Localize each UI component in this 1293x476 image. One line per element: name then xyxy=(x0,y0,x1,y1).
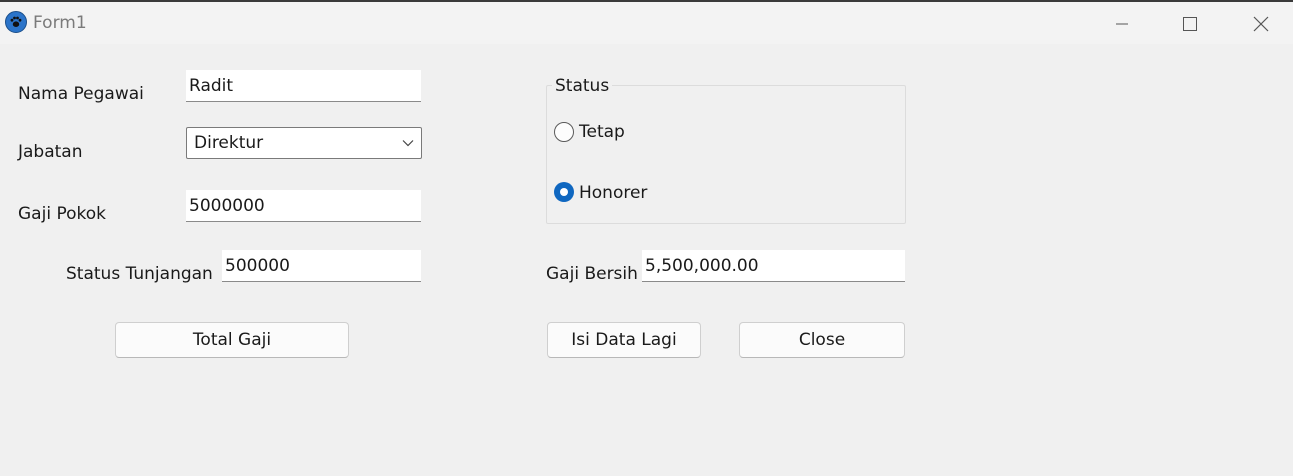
chevron-down-icon xyxy=(402,140,414,147)
form-window: Form1 Nama Pegawai Jabatan Direktur Gaji… xyxy=(0,0,1293,476)
total-gaji-button[interactable]: Total Gaji xyxy=(115,322,349,358)
status-tunjangan-input[interactable] xyxy=(222,250,421,282)
maximize-button[interactable] xyxy=(1167,4,1213,44)
status-group-title: Status xyxy=(552,76,613,96)
nama-pegawai-input[interactable] xyxy=(186,70,421,102)
status-groupbox xyxy=(546,85,906,224)
jabatan-selected-value: Direktur xyxy=(194,133,264,153)
title-bar[interactable]: Form1 xyxy=(0,2,1293,44)
gaji-bersih-label: Gaji Bersih xyxy=(546,264,638,284)
isi-data-lagi-button[interactable]: Isi Data Lagi xyxy=(547,322,701,358)
gaji-bersih-input[interactable] xyxy=(642,250,905,282)
close-button[interactable]: Close xyxy=(739,322,905,358)
radio-tetap-label[interactable]: Tetap xyxy=(579,122,625,142)
paw-icon xyxy=(5,11,27,33)
radio-honorer-label[interactable]: Honorer xyxy=(579,183,647,203)
gaji-pokok-input[interactable] xyxy=(186,190,421,222)
maximize-icon xyxy=(1183,17,1197,31)
radio-tetap-indicator[interactable] xyxy=(554,122,574,142)
gaji-pokok-label: Gaji Pokok xyxy=(18,204,106,224)
status-tunjangan-label: Status Tunjangan xyxy=(66,264,213,284)
jabatan-dropdown[interactable]: Direktur xyxy=(186,127,422,159)
nama-pegawai-label: Nama Pegawai xyxy=(18,84,144,104)
jabatan-label: Jabatan xyxy=(18,142,83,162)
window-title: Form1 xyxy=(33,13,87,33)
minimize-button[interactable] xyxy=(1099,4,1145,44)
radio-honorer-indicator[interactable] xyxy=(554,182,574,202)
close-icon xyxy=(1253,16,1269,32)
close-window-button[interactable] xyxy=(1238,4,1284,44)
minimize-icon xyxy=(1116,23,1128,25)
